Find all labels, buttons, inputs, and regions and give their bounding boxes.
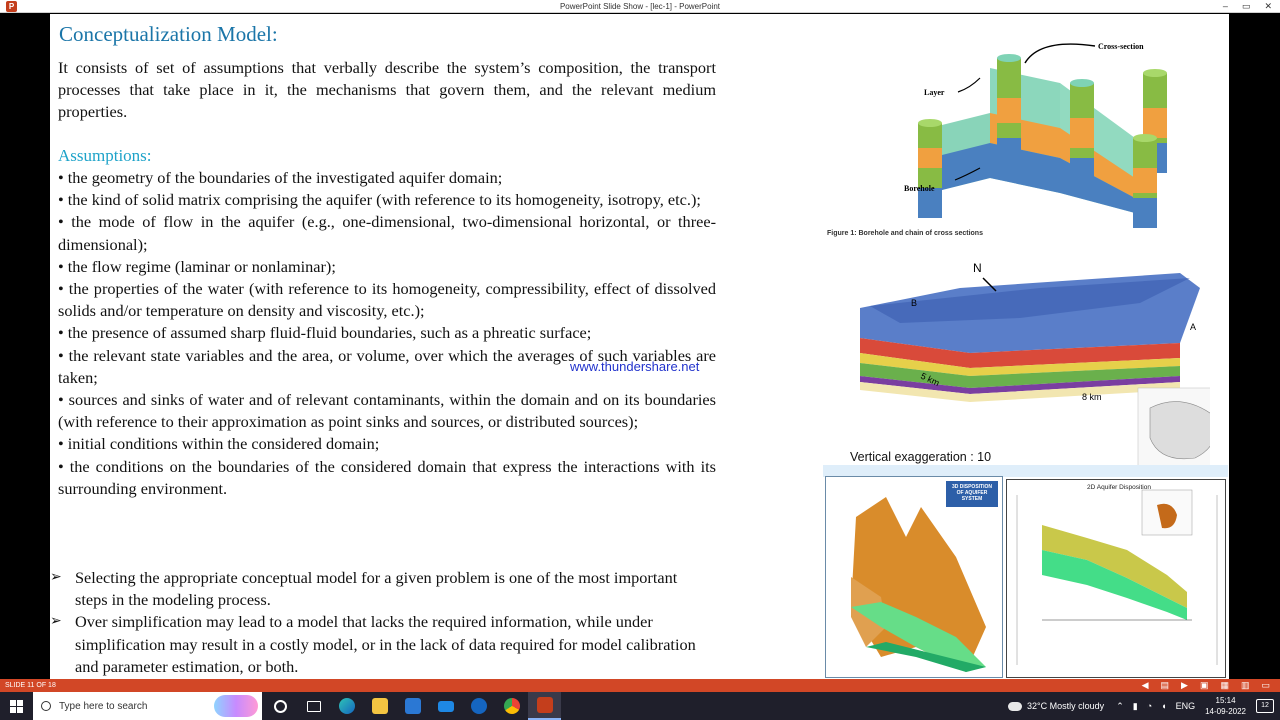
- section-b-label: B: [911, 298, 917, 308]
- clock-time: 15:14: [1215, 696, 1236, 705]
- slideshow-view-icon[interactable]: ▭: [1261, 679, 1270, 692]
- notes-icon[interactable]: ▤: [1161, 679, 1170, 692]
- arrow-bullet-icon: ➢: [50, 614, 62, 630]
- weather-widget[interactable]: 32°C Mostly cloudy: [1005, 698, 1105, 711]
- assumptions-list: • the geometry of the boundaries of the …: [58, 167, 716, 500]
- borehole-cross-section-figure: Cross-section Layer Borehole: [904, 42, 1167, 228]
- file-explorer-icon[interactable]: [363, 692, 396, 720]
- slideshow-status-bar: SLIDE 11 OF 18 ◀ ▤ ▶ ▣ ▦ ▥ ▭: [0, 679, 1280, 692]
- aquifer-3d-disposition-graphic: [851, 481, 998, 672]
- clock-date: 14-09-2022: [1205, 707, 1246, 716]
- arrow-bullet-icon: ➢: [50, 570, 62, 585]
- window-titlebar: P PowerPoint Slide Show - [lec-1] - Powe…: [0, 0, 1280, 13]
- aquifer-2d-disposition-figure: 2D Aquifer Disposition: [1006, 479, 1226, 678]
- assumption-item: • the kind of solid matrix comprising th…: [58, 190, 701, 210]
- assumption-item: • the conditions on the boundaries of th…: [58, 456, 716, 498]
- edge-browser-icon[interactable]: [330, 692, 363, 720]
- scale-8km-label: 8 km: [1082, 392, 1102, 402]
- windows-logo-icon: [10, 699, 23, 713]
- network-icon[interactable]: ◔: [1147, 701, 1152, 712]
- cortana-icon[interactable]: [264, 692, 297, 720]
- battery-icon[interactable]: ▮: [1133, 701, 1138, 712]
- aquifer-3d-model-figure: N B A 5 km 8 km: [860, 261, 1210, 468]
- letterbox-left: [0, 14, 50, 679]
- search-placeholder: Type here to search: [59, 700, 148, 712]
- slide-sorter-icon[interactable]: ▦: [1220, 679, 1229, 692]
- intro-paragraph: It consists of set of assumptions that v…: [58, 58, 716, 122]
- key-points-list: ➢ Selecting the appropriate conceptual m…: [50, 567, 700, 678]
- photos-app-icon[interactable]: [396, 692, 429, 720]
- figure1-caption: Figure 1: Borehole and chain of cross se…: [827, 230, 983, 237]
- restore-button[interactable]: ▭: [1242, 0, 1251, 13]
- chevron-up-icon[interactable]: ⌃: [1116, 701, 1124, 712]
- window-title: PowerPoint Slide Show - [lec-1] - PowerP…: [559, 2, 721, 11]
- system-clock[interactable]: 15:14 14-09-2022: [1205, 695, 1246, 717]
- watermark-text: www.thundershare.net: [570, 359, 700, 374]
- start-button[interactable]: [0, 692, 33, 720]
- notifications-icon[interactable]: 12: [1256, 699, 1274, 713]
- borehole-label: Borehole: [904, 184, 935, 193]
- section-a-label: A: [1190, 322, 1196, 332]
- normal-view-icon[interactable]: ▣: [1200, 679, 1209, 692]
- assumption-item: • initial conditions within the consider…: [58, 434, 380, 454]
- assumption-item: • sources and sinks of water and of rele…: [58, 390, 716, 432]
- wondershare-icon[interactable]: [462, 692, 495, 720]
- taskbar-search-box[interactable]: Type here to search: [33, 692, 262, 720]
- previous-slide-icon[interactable]: ◀: [1142, 679, 1149, 692]
- close-button[interactable]: ✕: [1264, 0, 1272, 13]
- language-indicator[interactable]: ENG: [1176, 701, 1196, 712]
- assumptions-heading: Assumptions:: [58, 146, 152, 165]
- key-point-item: ➢ Over simplification may lead to a mode…: [50, 611, 700, 678]
- assumption-item: • the presence of assumed sharp fluid-fl…: [58, 323, 592, 343]
- chrome-icon[interactable]: [495, 692, 528, 720]
- task-view-icon[interactable]: [297, 692, 330, 720]
- slide-canvas[interactable]: Conceptualization Model: It consists of …: [50, 14, 1229, 679]
- slide-title: Conceptualization Model:: [59, 22, 278, 46]
- assumption-item: • the geometry of the boundaries of the …: [58, 168, 503, 187]
- key-point-text: Selecting the appropriate conceptual mod…: [75, 568, 678, 610]
- reading-view-icon[interactable]: ▥: [1241, 679, 1250, 692]
- windows-taskbar: Type here to search 32°C Mostly cloudy ⌃…: [0, 692, 1280, 720]
- vertical-exaggeration-label: Vertical exaggeration : 10: [850, 450, 992, 464]
- aquifer-3d-disposition-figure: 3D DISPOSITION OF AQUIFER SYSTEM: [825, 476, 1003, 678]
- assumption-item: • the mode of flow in the aquifer (e.g.,…: [58, 212, 716, 254]
- next-slide-icon[interactable]: ▶: [1181, 679, 1188, 692]
- cross-section-label: Cross-section: [1098, 42, 1144, 51]
- slide-counter: SLIDE 11 OF 18: [5, 682, 56, 689]
- aquifer-3d-badge: 3D DISPOSITION OF AQUIFER SYSTEM: [951, 484, 992, 502]
- powerpoint-taskbar-icon[interactable]: [528, 692, 561, 720]
- minimize-button[interactable]: –: [1223, 0, 1228, 13]
- mail-icon[interactable]: [429, 692, 462, 720]
- north-label: N: [973, 261, 982, 275]
- weather-text: 32°C Mostly cloudy: [1027, 701, 1105, 711]
- cloudy-weather-icon: [1005, 698, 1023, 711]
- layer-label: Layer: [924, 88, 945, 97]
- assumption-item: • the properties of the water (with refe…: [58, 279, 716, 321]
- letterbox-right: [1229, 14, 1280, 679]
- aquifer-2d-title: 2D Aquifer Disposition: [1087, 484, 1151, 491]
- search-highlight-image: [214, 695, 258, 717]
- key-point-item: ➢ Selecting the appropriate conceptual m…: [50, 567, 700, 611]
- volume-icon[interactable]: ◖: [1161, 701, 1166, 712]
- search-icon: [41, 701, 51, 711]
- key-point-text: Over simplification may lead to a model …: [75, 612, 696, 676]
- aquifer-2d-section-graphic: [1016, 489, 1218, 665]
- assumption-item: • the flow regime (laminar or nonlaminar…: [58, 256, 336, 276]
